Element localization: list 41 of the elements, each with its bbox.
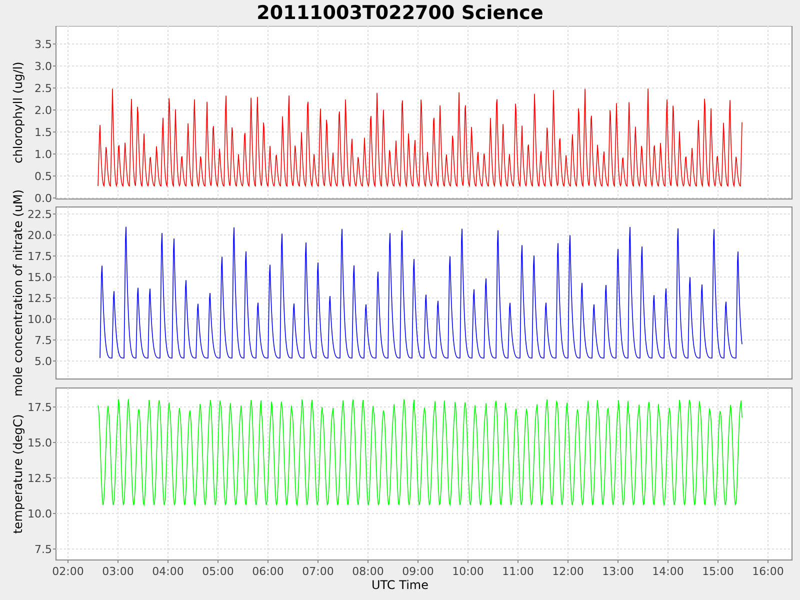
y-tick-label: 1.0 — [34, 148, 52, 161]
x-tick-label: 07:00 — [302, 565, 334, 578]
y-tick-label: 12.5 — [28, 472, 52, 485]
y-tick-label: 22.5 — [28, 208, 52, 221]
y-tick-label: 17.5 — [28, 401, 52, 414]
x-tick-label: 02:00 — [52, 565, 84, 578]
x-axis-label: UTC Time — [372, 578, 428, 592]
y-axis-label: temperature (degC) — [11, 414, 25, 534]
x-tick-label: 08:00 — [352, 565, 384, 578]
y-tick-label: 3.5 — [34, 38, 52, 51]
x-tick-label: 05:00 — [202, 565, 234, 578]
x-tick-label: 15:00 — [702, 565, 734, 578]
x-tick-label: 11:00 — [502, 565, 534, 578]
y-tick-label: 0.5 — [34, 170, 52, 183]
y-tick-label: 10.0 — [28, 508, 52, 520]
y-tick-label: 12.5 — [28, 292, 52, 305]
y-tick-label: 7.5 — [34, 334, 52, 347]
x-tick-label: 04:00 — [152, 565, 184, 578]
x-tick-label: 16:00 — [752, 565, 784, 578]
x-tick-label: 06:00 — [252, 565, 284, 578]
y-tick-label: 0.0 — [34, 192, 52, 205]
y-tick-label: 3.0 — [34, 60, 52, 73]
x-tick-label: 09:00 — [402, 565, 434, 578]
y-tick-label: 20.0 — [28, 229, 52, 242]
y-tick-label: 10.0 — [28, 313, 52, 326]
y-tick-label: 5.0 — [34, 355, 52, 368]
y-tick-label: 17.5 — [28, 250, 52, 263]
chart-title: 20111003T022700 Science — [256, 1, 544, 26]
x-tick-label: 12:00 — [552, 565, 584, 578]
y-axis-label: chlorophyll (ug/l) — [11, 62, 25, 164]
y-tick-label: 15.0 — [28, 271, 52, 284]
y-tick-label: 2.0 — [34, 104, 52, 117]
y-tick-label: 1.5 — [34, 126, 52, 139]
y-tick-label: 2.5 — [34, 82, 52, 95]
x-tick-label: 14:00 — [652, 565, 684, 578]
y-axis-label: mole concentration of nitrate (uM) — [11, 189, 25, 397]
x-tick-label: 13:00 — [602, 565, 634, 578]
x-tick-label: 10:00 — [452, 565, 484, 578]
y-tick-label: 7.5 — [34, 543, 52, 556]
y-tick-label: 15.0 — [28, 436, 52, 450]
x-tick-label: 03:00 — [102, 565, 134, 578]
